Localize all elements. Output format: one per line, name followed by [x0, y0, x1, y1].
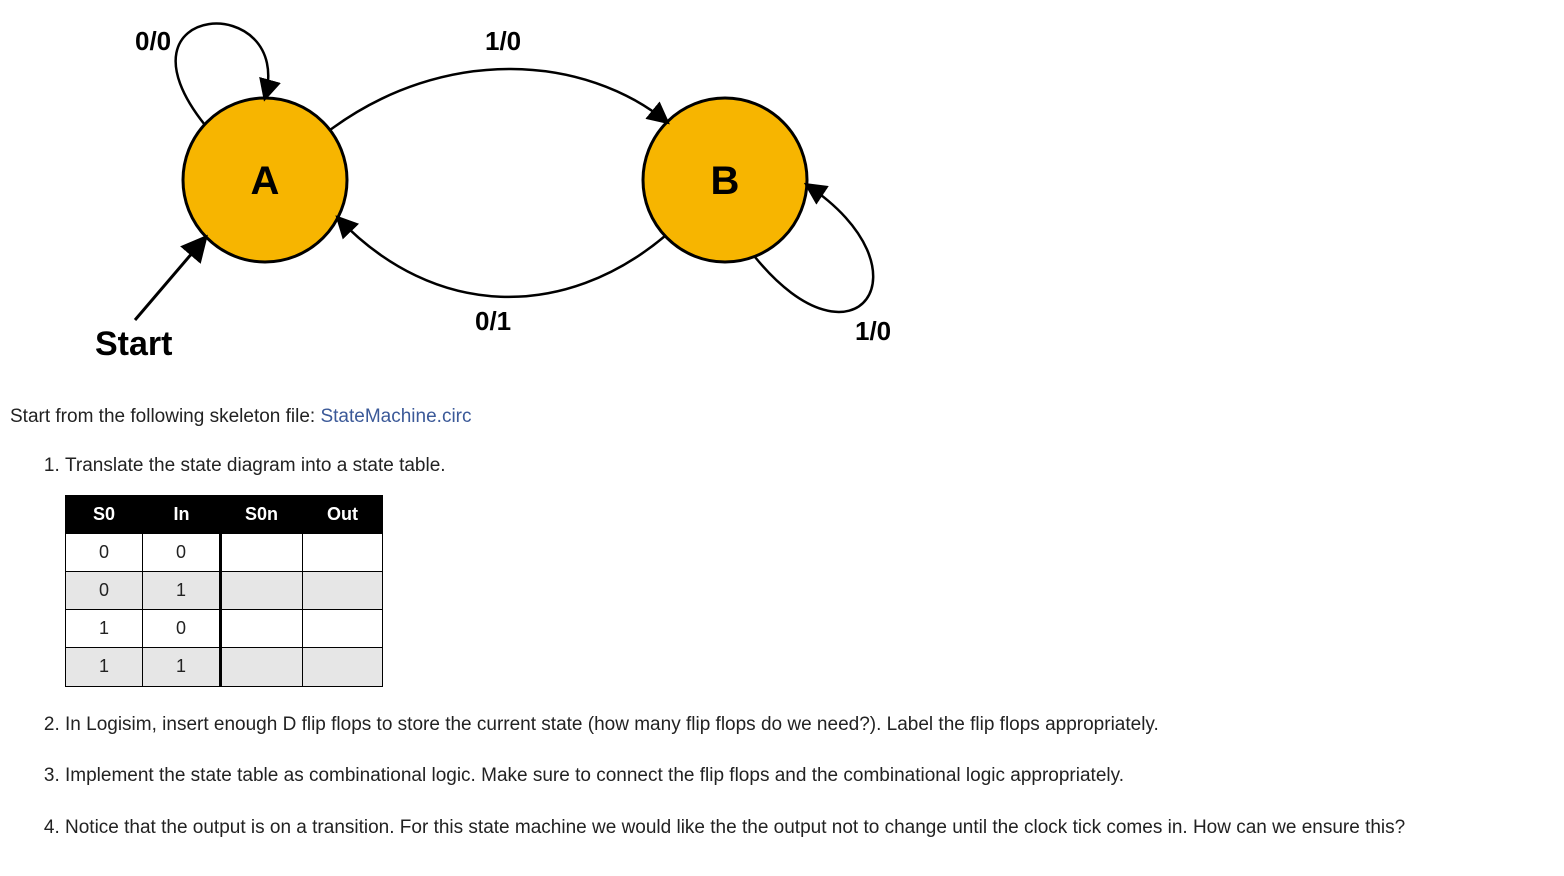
step-2: In Logisim, insert enough D flip flops t… — [65, 712, 1554, 739]
cell: 0 — [143, 610, 221, 648]
cell: 1 — [66, 648, 143, 686]
intro-text: Start from the following skeleton file: — [10, 406, 320, 427]
step-1-text: Translate the state diagram into a state… — [65, 455, 446, 476]
table-row: 1 0 — [66, 610, 383, 648]
edge-a-to-b-label: 1/0 — [485, 26, 521, 56]
steps-list: Translate the state diagram into a state… — [10, 453, 1554, 841]
edge-b-loop-label: 1/0 — [855, 316, 891, 346]
step-1: Translate the state diagram into a state… — [65, 453, 1554, 687]
start-label: Start — [95, 325, 172, 363]
th-in: In — [143, 495, 221, 533]
state-a-label: A — [251, 159, 280, 203]
cell — [221, 533, 303, 571]
cell — [303, 648, 383, 686]
cell: 1 — [143, 571, 221, 609]
cell — [221, 571, 303, 609]
cell — [221, 648, 303, 686]
state-table: S0 In S0n Out 0 0 0 1 — [65, 495, 383, 687]
cell: 0 — [143, 533, 221, 571]
cell — [303, 533, 383, 571]
skeleton-file-link[interactable]: StateMachine.circ — [320, 406, 471, 427]
cell: 0 — [66, 571, 143, 609]
state-diagram: A B 0/0 1/0 0/1 1/0 Start — [65, 20, 1554, 376]
cell — [221, 610, 303, 648]
intro-paragraph: Start from the following skeleton file: … — [10, 406, 1554, 428]
cell — [303, 610, 383, 648]
th-out: Out — [303, 495, 383, 533]
cell: 0 — [66, 533, 143, 571]
edge-start — [135, 238, 205, 320]
cell — [303, 571, 383, 609]
edge-b-to-a — [338, 218, 665, 297]
table-row: 1 1 — [66, 648, 383, 686]
table-row: 0 1 — [66, 571, 383, 609]
edge-a-loop-label: 0/0 — [135, 26, 171, 56]
step-3: Implement the state table as combination… — [65, 763, 1554, 790]
cell: 1 — [66, 610, 143, 648]
state-b-label: B — [711, 159, 740, 203]
edge-a-to-b — [330, 69, 667, 130]
step-4: Notice that the output is on a transitio… — [65, 815, 1554, 842]
th-s0n: S0n — [221, 495, 303, 533]
edge-b-to-a-label: 0/1 — [475, 306, 511, 336]
th-s0: S0 — [66, 495, 143, 533]
table-row: 0 0 — [66, 533, 383, 571]
cell: 1 — [143, 648, 221, 686]
